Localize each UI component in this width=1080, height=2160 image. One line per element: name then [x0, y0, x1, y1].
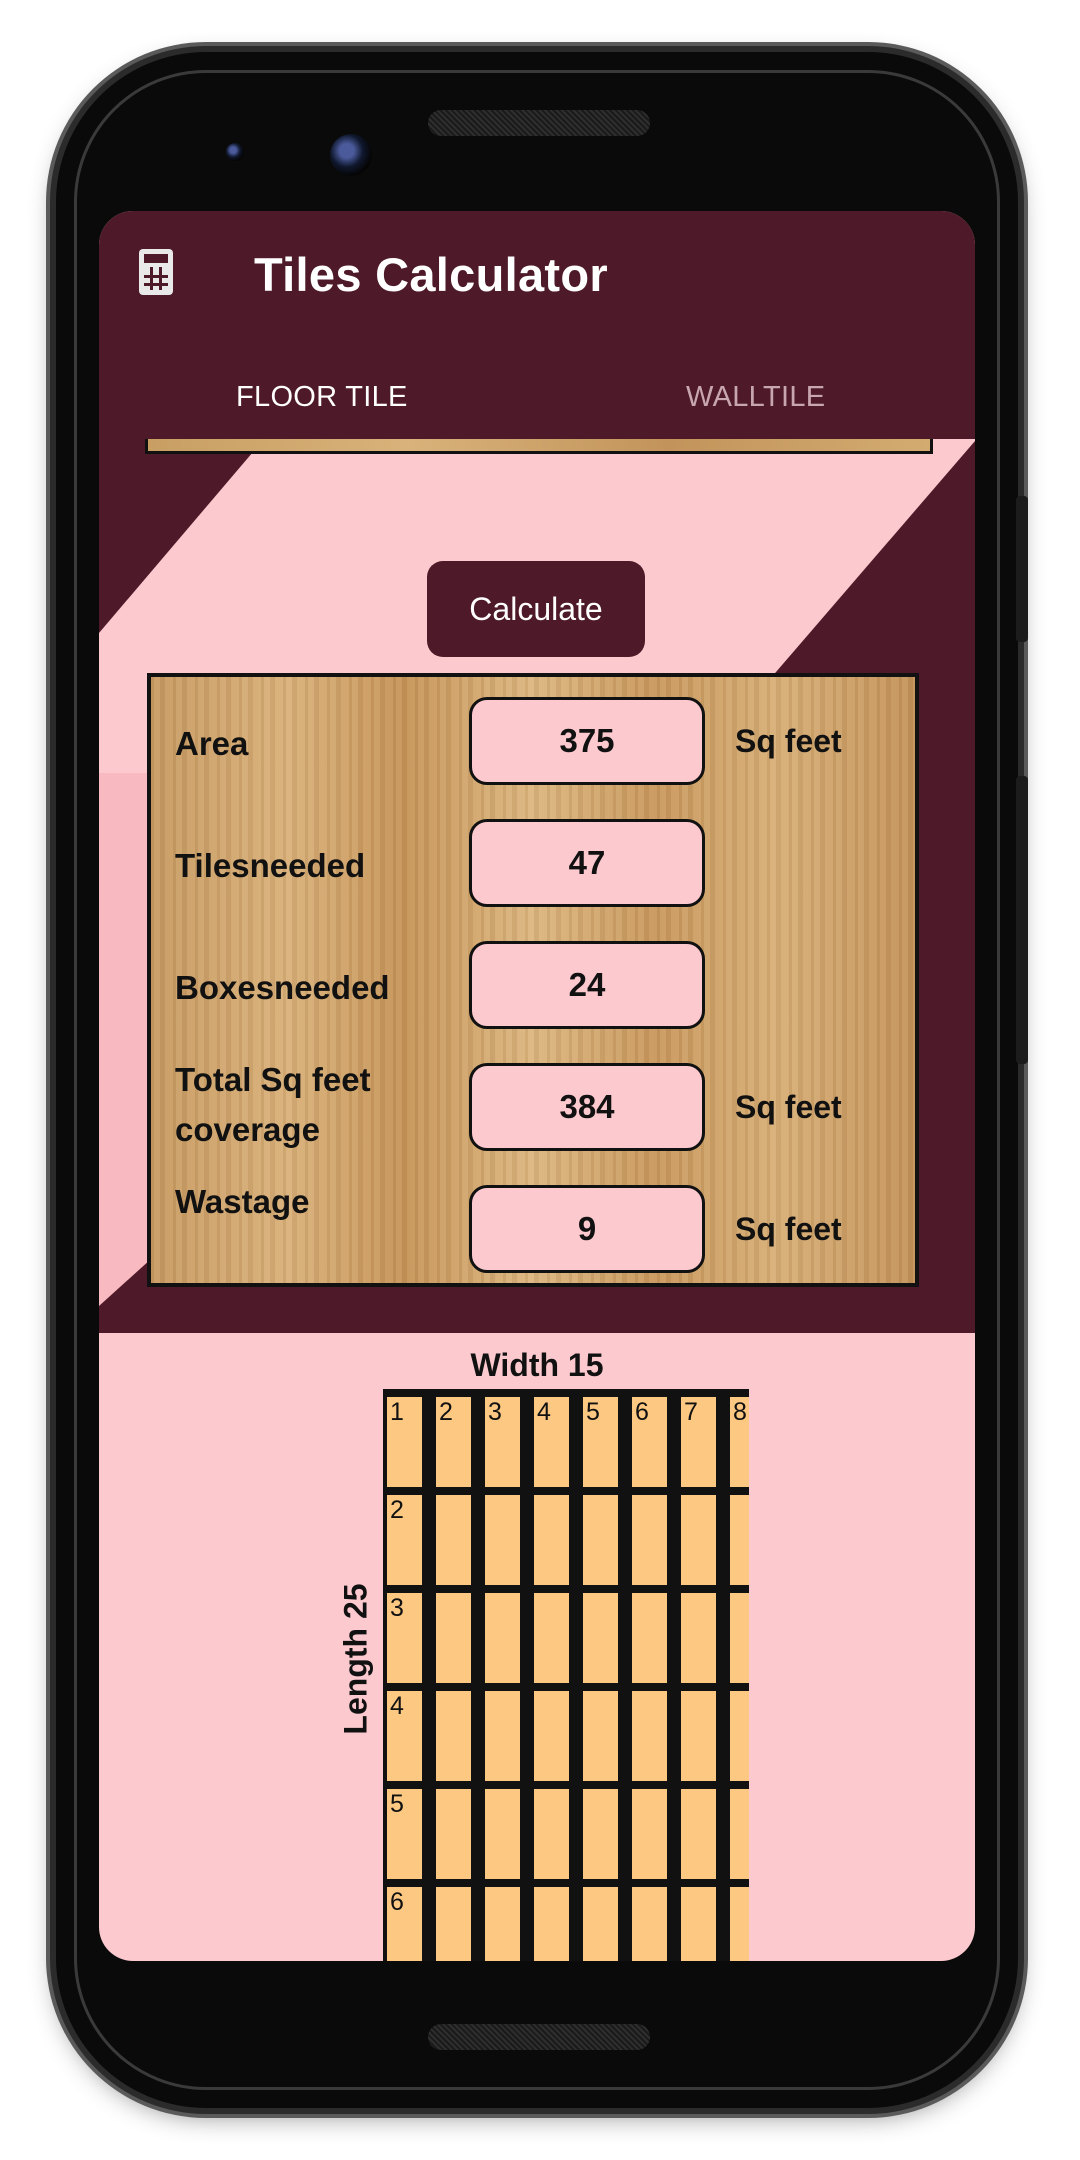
power-button — [1016, 496, 1028, 642]
tile-cell — [485, 1495, 520, 1585]
tile-cell — [485, 1789, 520, 1879]
tile-cell — [730, 1495, 749, 1585]
tile-cell: 2 — [436, 1397, 471, 1487]
volume-button — [1016, 776, 1028, 1064]
tile-cell — [485, 1887, 520, 1961]
area-value: 375 — [469, 697, 705, 785]
tile-cell — [534, 1887, 569, 1961]
previous-panel-edge — [145, 439, 933, 454]
calculate-button[interactable]: Calculate — [427, 561, 645, 657]
wastage-label: Wastage — [175, 1183, 310, 1220]
tile-layout-grid: 1234567823456 — [383, 1389, 749, 1961]
tile-cell — [583, 1495, 618, 1585]
grid-length-label: Length 25 — [337, 1583, 374, 1735]
tile-cell — [534, 1789, 569, 1879]
tile-cell — [681, 1887, 716, 1961]
tab-floor-tile[interactable]: FLOOR TILE — [236, 381, 408, 414]
tile-cell — [436, 1495, 471, 1585]
floor-tile-content: Calculate Area 375 Sq feet Tilesneeded 4… — [99, 439, 975, 1961]
tile-cell — [436, 1887, 471, 1961]
tile-cell — [632, 1789, 667, 1879]
results-panel: Area 375 Sq feet Tilesneeded 47 Boxesnee… — [147, 673, 919, 1287]
tile-cell: 3 — [387, 1593, 422, 1683]
tile-cell — [436, 1691, 471, 1781]
tile-cell: 2 — [387, 1495, 422, 1585]
tile-cell: 7 — [681, 1397, 716, 1487]
tile-cell: 3 — [485, 1397, 520, 1487]
tile-cell: 6 — [632, 1397, 667, 1487]
tile-cell — [534, 1495, 569, 1585]
tile-cell: 5 — [387, 1789, 422, 1879]
tile-cell — [730, 1593, 749, 1683]
tile-cell — [534, 1593, 569, 1683]
earpiece-speaker — [428, 110, 650, 136]
total-coverage-label: Total Sq feet coverage — [175, 1061, 371, 1148]
tile-cell — [681, 1495, 716, 1585]
total-coverage-value: 384 — [469, 1063, 705, 1151]
app-screen: Tiles Calculator FLOOR TILE WALLTILE Cal… — [99, 211, 975, 1961]
tile-cell — [632, 1593, 667, 1683]
tile-cell — [730, 1887, 749, 1961]
sensor-icon — [226, 143, 244, 161]
tile-cell — [632, 1887, 667, 1961]
tile-cell: 5 — [583, 1397, 618, 1487]
tiles-needed-label: Tilesneeded — [175, 847, 366, 884]
boxes-needed-value: 24 — [469, 941, 705, 1029]
app-title: Tiles Calculator — [254, 248, 608, 301]
tile-cell: 1 — [387, 1397, 422, 1487]
tile-cell — [534, 1691, 569, 1781]
tile-cell — [583, 1887, 618, 1961]
tile-cell: 4 — [387, 1691, 422, 1781]
tile-cell — [681, 1593, 716, 1683]
tile-cell — [583, 1691, 618, 1781]
tile-cell — [583, 1593, 618, 1683]
tile-cell — [681, 1789, 716, 1879]
tile-cell — [485, 1593, 520, 1683]
tile-cell — [632, 1691, 667, 1781]
tile-cell — [632, 1495, 667, 1585]
tile-cell: 6 — [387, 1887, 422, 1961]
total-coverage-unit: Sq feet — [735, 1089, 842, 1125]
tile-cell — [730, 1789, 749, 1879]
grid-width-label: Width 15 — [470, 1347, 604, 1383]
tile-cell: 4 — [534, 1397, 569, 1487]
area-label: Area — [175, 725, 249, 762]
tile-cell: 8 — [730, 1397, 749, 1487]
bottom-speaker — [428, 2024, 650, 2050]
tile-cell — [583, 1789, 618, 1879]
front-camera-icon — [330, 134, 372, 176]
calculator-icon — [139, 249, 173, 295]
tile-cell — [485, 1691, 520, 1781]
tile-cell — [681, 1691, 716, 1781]
tiles-needed-value: 47 — [469, 819, 705, 907]
area-unit: Sq feet — [735, 723, 842, 759]
tab-wall-tile[interactable]: WALLTILE — [686, 381, 825, 414]
wastage-unit: Sq feet — [735, 1211, 842, 1247]
boxes-needed-label: Boxesneeded — [175, 969, 390, 1006]
tile-cell — [436, 1593, 471, 1683]
app-bar: Tiles Calculator FLOOR TILE WALLTILE — [99, 211, 975, 439]
tile-cell — [436, 1789, 471, 1879]
wastage-value: 9 — [469, 1185, 705, 1273]
tile-cell — [730, 1691, 749, 1781]
